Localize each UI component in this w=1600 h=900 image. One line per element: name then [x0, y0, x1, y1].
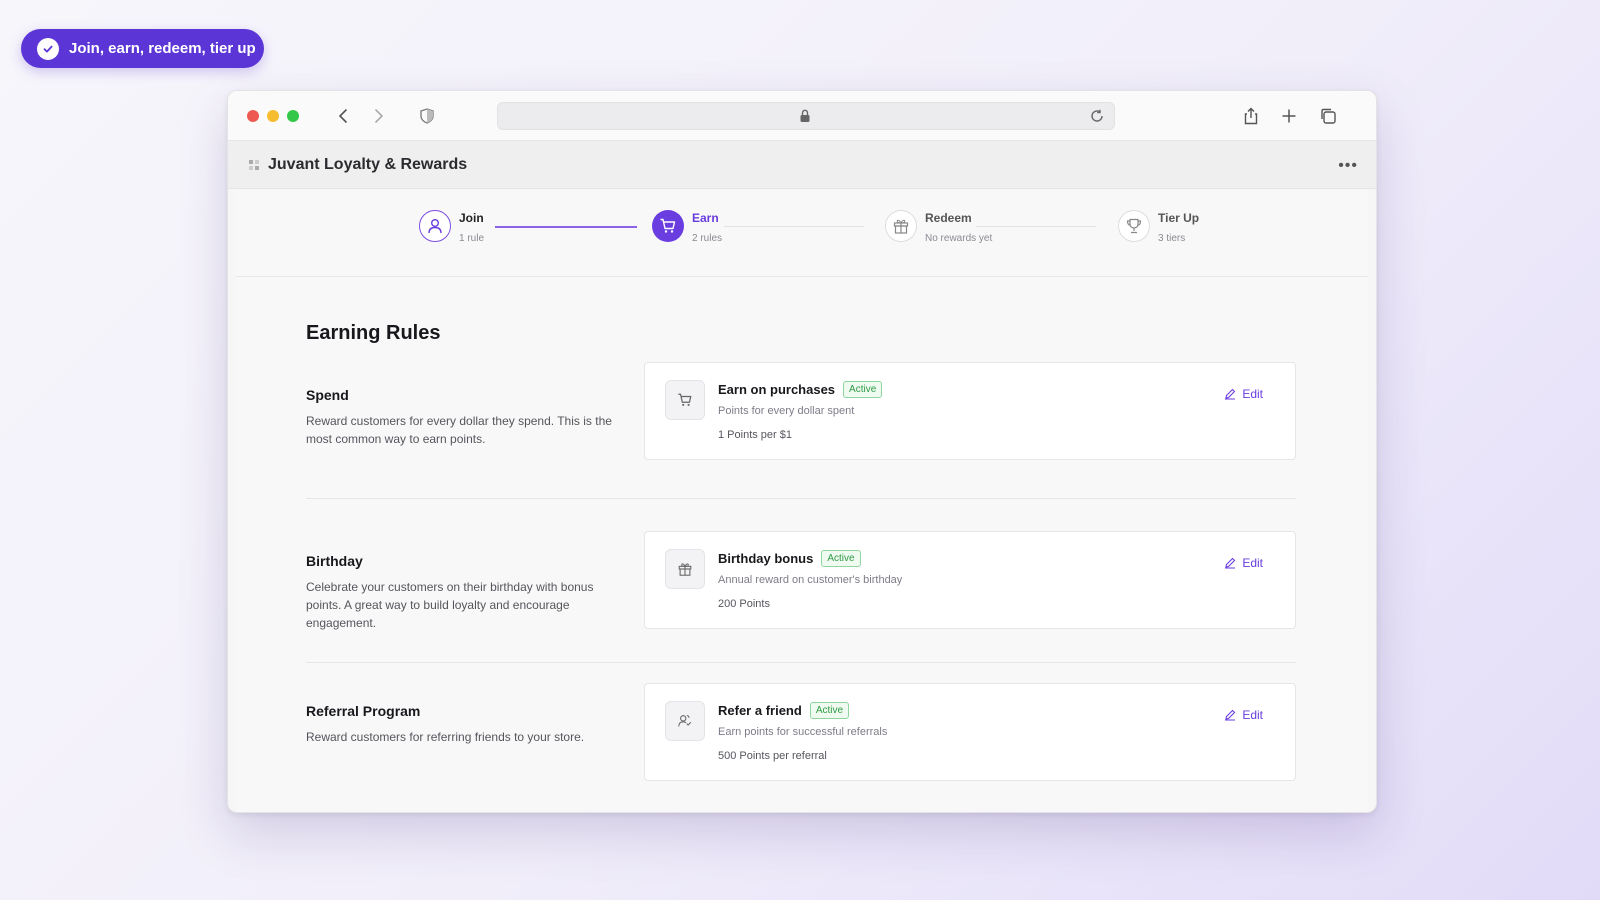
- app-header: Juvant Loyalty & Rewards •••: [228, 141, 1376, 189]
- step-redeem-sub: No rewards yet: [925, 233, 993, 244]
- referral-icon: [665, 701, 705, 741]
- rule-title: Referral Program: [306, 703, 421, 719]
- rule-description: Reward customers for referring friends t…: [306, 730, 585, 744]
- back-icon[interactable]: [332, 105, 354, 127]
- rule-description: Reward customers for every dollar they s…: [306, 414, 612, 446]
- rule-card-birthday-bonus: Birthday bonus Active Annual reward on c…: [644, 531, 1296, 629]
- card-title: Refer a friend: [718, 703, 802, 718]
- stepper-connector-complete: [495, 226, 637, 228]
- edit-button-label: Edit: [1242, 556, 1263, 570]
- edit-button-label: Edit: [1242, 708, 1263, 722]
- user-icon: [419, 210, 451, 242]
- feature-pill-label: Join, earn, redeem, tier up: [69, 40, 256, 57]
- maximize-window-button[interactable]: [287, 110, 299, 122]
- close-window-button[interactable]: [247, 110, 259, 122]
- page-title: Juvant Loyalty & Rewards: [268, 155, 468, 173]
- progress-stepper: Join 1 rule Earn 2 rules Redeem No rewar…: [236, 190, 1368, 277]
- step-tier-up-label: Tier Up: [1158, 211, 1200, 225]
- address-bar[interactable]: [497, 102, 1115, 130]
- rule-description: Celebrate your customers on their birthd…: [306, 580, 594, 630]
- edit-button[interactable]: Edit: [1224, 556, 1263, 570]
- step-join[interactable]: Join 1 rule: [419, 210, 484, 244]
- step-redeem[interactable]: Redeem No rewards yet: [885, 210, 992, 244]
- step-earn-sub: 2 rules: [692, 233, 723, 244]
- browser-toolbar: [228, 91, 1376, 141]
- more-options-icon[interactable]: •••: [1338, 157, 1358, 175]
- rule-referral-info: Referral Program Reward customers for re…: [306, 703, 616, 746]
- edit-button[interactable]: Edit: [1224, 387, 1263, 401]
- edit-button-label: Edit: [1242, 387, 1263, 401]
- rule-birthday-info: Birthday Celebrate your customers on the…: [306, 553, 616, 632]
- step-redeem-label: Redeem: [925, 211, 972, 225]
- rule-card-refer-a-friend: Refer a friend Active Earn points for su…: [644, 683, 1296, 781]
- card-value: 200 Points: [718, 598, 770, 610]
- share-icon[interactable]: [1240, 105, 1262, 127]
- reload-icon[interactable]: [1090, 109, 1104, 128]
- rule-title: Spend: [306, 387, 349, 403]
- pencil-icon: [1225, 709, 1236, 721]
- card-value: 1 Points per $1: [718, 429, 792, 441]
- gift-icon: [665, 549, 705, 589]
- step-join-sub: 1 rule: [459, 233, 485, 244]
- tabs-overview-icon[interactable]: [1317, 105, 1339, 127]
- trophy-icon: [1118, 210, 1150, 242]
- app-logo-icon: [249, 159, 259, 170]
- cart-icon: [652, 210, 684, 242]
- stepper-connector: [976, 226, 1096, 227]
- status-badge: Active: [843, 381, 883, 398]
- lock-icon: [799, 109, 811, 128]
- feature-pill: Join, earn, redeem, tier up: [21, 29, 264, 68]
- step-earn[interactable]: Earn 2 rules: [652, 210, 722, 244]
- rule-card-earn-on-purchases: Earn on purchases Active Points for ever…: [644, 362, 1296, 460]
- step-tier-up-sub: 3 tiers: [1158, 233, 1186, 244]
- check-icon: [37, 37, 59, 60]
- new-tab-icon[interactable]: [1278, 105, 1300, 127]
- card-value: 500 Points per referral: [718, 750, 827, 762]
- card-title: Birthday bonus: [718, 551, 814, 566]
- gift-icon: [885, 210, 917, 242]
- rule-title: Birthday: [306, 553, 363, 569]
- shield-icon[interactable]: [416, 105, 438, 127]
- browser-window: Juvant Loyalty & Rewards ••• Join 1 rule: [227, 90, 1377, 813]
- main-content: Join 1 rule Earn 2 rules Redeem No rewar…: [236, 190, 1368, 812]
- card-subtitle: Points for every dollar spent: [718, 405, 855, 417]
- divider: [306, 498, 1296, 499]
- stepper-connector: [724, 226, 864, 227]
- divider: [306, 662, 1296, 663]
- pencil-icon: [1225, 557, 1236, 569]
- cart-icon: [665, 380, 705, 420]
- card-subtitle: Earn points for successful referrals: [718, 726, 888, 738]
- card-subtitle: Annual reward on customer's birthday: [718, 574, 903, 586]
- edit-button[interactable]: Edit: [1224, 708, 1263, 722]
- section-title: Earning Rules: [306, 322, 441, 344]
- card-title: Earn on purchases: [718, 382, 836, 397]
- minimize-window-button[interactable]: [267, 110, 279, 122]
- forward-icon[interactable]: [368, 105, 390, 127]
- step-join-label: Join: [459, 211, 484, 225]
- pencil-icon: [1225, 388, 1236, 400]
- status-badge: Active: [821, 550, 861, 567]
- rule-spend-info: Spend Reward customers for every dollar …: [306, 387, 616, 448]
- step-tier-up[interactable]: Tier Up 3 tiers: [1118, 210, 1199, 244]
- step-earn-label: Earn: [692, 211, 719, 225]
- status-badge: Active: [809, 702, 850, 719]
